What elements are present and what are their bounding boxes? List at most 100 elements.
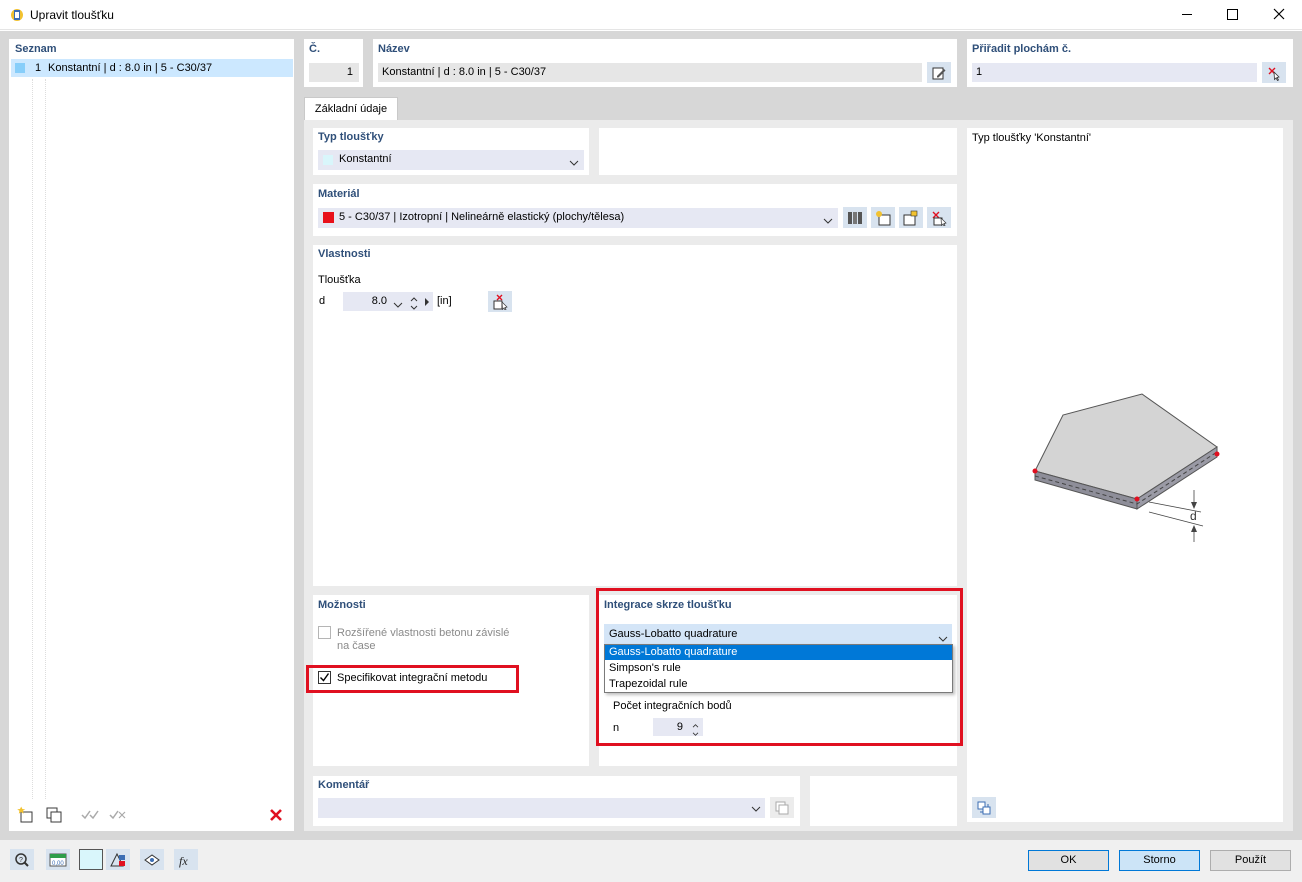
material-select[interactable]: 5 - C30/37 | Izotropní | Nelineárně elas… <box>318 208 838 228</box>
pick-material-button[interactable] <box>927 207 951 228</box>
thickness-symbol: d <box>319 295 326 307</box>
new-material-icon <box>876 210 891 225</box>
options-label: Možnosti <box>318 599 366 611</box>
thickness-unit: [in] <box>437 295 452 307</box>
thickness-label: Tloušťka <box>318 274 361 286</box>
chevron-down-icon[interactable] <box>751 804 761 816</box>
assign-label: Přiřadit plochám č. <box>972 43 1072 55</box>
new-material-button[interactable] <box>871 207 895 228</box>
properties-panel: Vlastnosti Tloušťka d 8.0 [in] <box>313 245 957 586</box>
highlight-box-integration <box>596 588 963 746</box>
title-bar: Upravit tloušťku <box>0 0 1302 30</box>
chevron-down-icon[interactable] <box>393 297 403 316</box>
name-label: Název <box>378 43 410 55</box>
list-item[interactable]: 1 Konstantní | d : 8.0 in | 5 - C30/37 <box>11 59 293 77</box>
info-button[interactable] <box>106 849 130 870</box>
thickness-type-panel: Typ tloušťky Konstantní <box>313 128 589 175</box>
formula-button[interactable]: fx <box>174 849 198 870</box>
highlight-box-checkbox <box>306 665 519 693</box>
edit-material-button[interactable] <box>899 207 923 228</box>
cancel-button[interactable]: Storno <box>1119 850 1200 871</box>
formula-icon: fx <box>179 854 188 868</box>
preview-options-icon <box>977 801 991 814</box>
close-icon[interactable] <box>1272 7 1286 21</box>
view-icon <box>144 853 160 866</box>
ok-button[interactable]: OK <box>1028 850 1109 871</box>
material-panel: Materiál 5 - C30/37 | Izotropní | Neline… <box>313 184 957 236</box>
color-button[interactable] <box>79 849 103 870</box>
comment-panel: Komentář <box>313 776 800 826</box>
new-icon <box>17 806 33 822</box>
delete-item-button[interactable] <box>264 804 288 825</box>
list-header: Seznam <box>15 43 57 55</box>
edit-material-icon <box>903 210 918 225</box>
thickness-type-value: Konstantní <box>339 153 392 165</box>
pick-material-icon <box>932 211 947 226</box>
pick-surfaces-button[interactable] <box>1262 62 1286 83</box>
slab-preview-image <box>1032 393 1220 542</box>
time-dependent-label: Rozšířené vlastnosti betonu závislé <box>337 627 510 639</box>
time-dependent-label-2: na čase <box>337 640 376 652</box>
units-icon: 0,00 <box>49 853 67 867</box>
preview-options-button[interactable] <box>972 797 996 818</box>
maximize-icon[interactable] <box>1227 9 1238 20</box>
svg-text:fx: fx <box>179 854 188 868</box>
units-button[interactable]: 0,00 <box>46 849 70 870</box>
comment-copy-button[interactable] <box>770 797 794 818</box>
material-swatch <box>323 212 334 223</box>
list-panel: Seznam 1 Konstantní | d : 8.0 in | 5 - C… <box>9 39 294 831</box>
tab-basic-data[interactable]: Základní údaje <box>304 97 398 121</box>
properties-label: Vlastnosti <box>318 248 371 260</box>
comment-input[interactable] <box>318 798 765 818</box>
thickness-type-select[interactable]: Konstantní <box>318 150 584 170</box>
tree-line <box>32 79 33 799</box>
arrow-right-icon[interactable] <box>424 297 430 309</box>
copy-icon <box>46 807 62 822</box>
tab-basic-data-label: Základní údaje <box>314 103 388 115</box>
library-icon <box>848 211 862 224</box>
pick-thickness-button[interactable] <box>488 291 512 312</box>
number-panel: Č. 1 <box>304 39 363 87</box>
check-all-button[interactable] <box>78 804 102 825</box>
pick-icon <box>1268 67 1280 81</box>
number-field[interactable]: 1 <box>309 63 359 82</box>
copy-item-button[interactable] <box>42 804 66 825</box>
thickness-input[interactable]: 8.0 <box>343 292 433 311</box>
thickness-value: 8.0 <box>371 295 387 307</box>
material-library-button[interactable] <box>843 207 867 228</box>
apply-button[interactable]: Použít <box>1210 850 1291 871</box>
info-icon <box>110 852 125 866</box>
thickness-type-label: Typ tloušťky <box>318 131 384 143</box>
chevron-down-icon <box>569 155 579 174</box>
help-icon: ? <box>15 852 29 867</box>
material-label: Materiál <box>318 188 360 200</box>
thickness-type-extra-panel <box>599 128 957 175</box>
uncheck-all-button[interactable] <box>106 804 130 825</box>
time-dependent-checkbox[interactable] <box>318 626 331 639</box>
dimension-label: d <box>1190 509 1197 523</box>
app-icon <box>9 7 25 23</box>
view-button[interactable] <box>140 849 164 870</box>
minimize-icon[interactable] <box>1182 14 1192 15</box>
edit-name-button[interactable] <box>927 62 951 83</box>
chevron-down-icon <box>823 213 833 232</box>
name-panel: Název Konstantní | d : 8.0 in | 5 - C30/… <box>373 39 957 87</box>
material-value: 5 - C30/37 | Izotropní | Nelineárně elas… <box>339 211 625 223</box>
comment-extra-panel <box>810 776 957 826</box>
number-label: Č. <box>309 43 320 55</box>
check-all-icon <box>81 810 99 819</box>
comment-label: Komentář <box>318 779 370 791</box>
list-item-number: 1 <box>35 62 42 74</box>
help-button[interactable]: ? <box>10 849 34 870</box>
pick-thickness-icon <box>493 294 508 310</box>
assign-field[interactable]: 1 <box>972 63 1257 82</box>
spin-down-icon[interactable] <box>410 302 418 314</box>
svg-text:?: ? <box>19 857 23 864</box>
new-item-button[interactable] <box>14 804 38 825</box>
window-title: Upravit tloušťku <box>30 8 114 22</box>
name-field[interactable]: Konstantní | d : 8.0 in | 5 - C30/37 <box>378 63 922 82</box>
list-item-label: Konstantní | d : 8.0 in | 5 - C30/37 <box>48 62 213 74</box>
tree-line-2 <box>45 79 46 799</box>
copy-icon <box>775 801 789 814</box>
uncheck-icon <box>109 810 126 819</box>
